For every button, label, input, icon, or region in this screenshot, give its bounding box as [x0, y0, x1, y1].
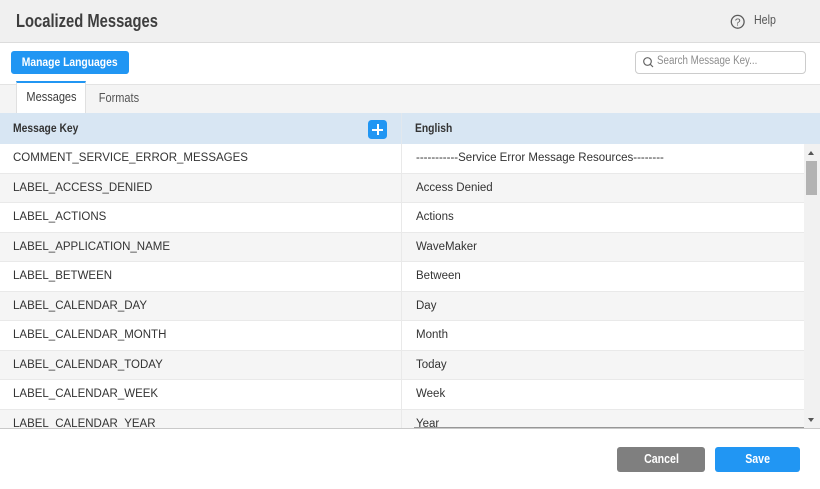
svg-text:?: ? — [735, 16, 741, 28]
